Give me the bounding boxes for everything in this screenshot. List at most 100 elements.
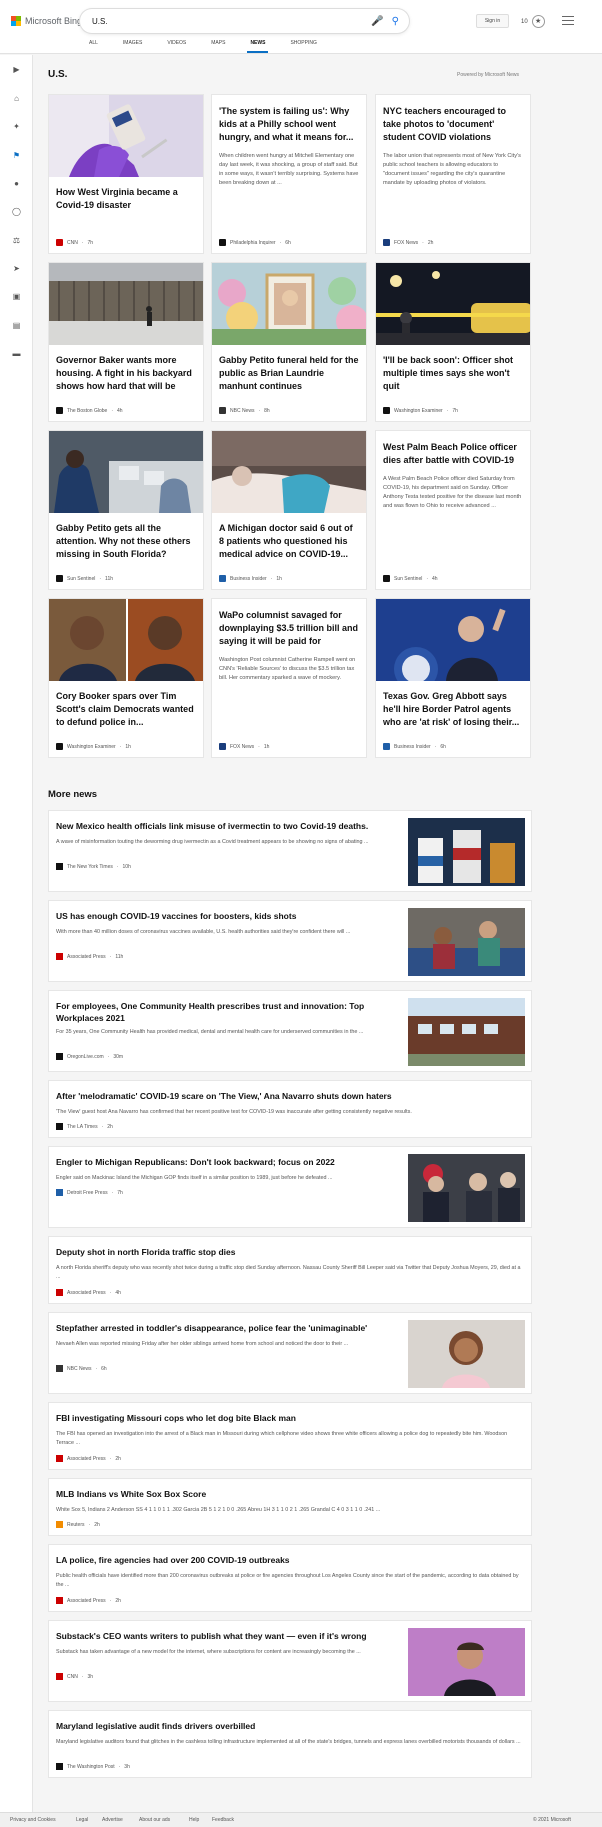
news-card[interactable]: 'The system is failing us': Why kids at … xyxy=(211,94,367,254)
item-description: Nevaeh Allen was reported missing Friday… xyxy=(56,1341,349,1347)
footer-link-help[interactable]: Help xyxy=(189,1817,199,1823)
item-title[interactable]: Maryland legislative audit finds drivers… xyxy=(56,1720,255,1732)
rewards-button[interactable]: 10 ★ xyxy=(521,15,545,28)
source-logo-icon xyxy=(56,407,63,414)
tab-maps[interactable]: MAPS xyxy=(211,40,225,52)
footer-link-advertise[interactable]: Advertise xyxy=(102,1817,123,1823)
source-time: 7h xyxy=(87,239,94,246)
list-item[interactable]: Deputy shot in north Florida traffic sto… xyxy=(48,1236,532,1304)
card-title[interactable]: How West Virginia became a Covid-19 disa… xyxy=(56,186,196,212)
list-item[interactable]: New Mexico health officials link misuse … xyxy=(48,810,532,892)
location-icon[interactable]: ● xyxy=(0,175,33,193)
card-title[interactable]: WaPo columnist savaged for downplaying $… xyxy=(219,609,359,648)
news-card[interactable]: Cory Booker spars over Tim Scott's claim… xyxy=(48,598,204,758)
item-title[interactable]: US has enough COVID-19 vaccines for boos… xyxy=(56,910,296,922)
card-title[interactable]: Gabby Petito funeral held for the public… xyxy=(219,354,359,393)
news-card[interactable]: West Palm Beach Police officer dies afte… xyxy=(375,430,531,590)
card-source: FOX News · 1h xyxy=(219,743,269,750)
hamburger-menu-icon[interactable] xyxy=(562,16,574,28)
item-title[interactable]: LA police, fire agencies had over 200 CO… xyxy=(56,1554,290,1566)
search-icon[interactable]: ⚲ xyxy=(392,16,399,27)
source-time: 7h xyxy=(117,1189,123,1196)
source-logo-icon xyxy=(56,1123,63,1130)
item-title[interactable]: New Mexico health officials link misuse … xyxy=(56,820,368,832)
microphone-icon[interactable]: 🎤 xyxy=(371,16,383,27)
business-icon[interactable]: ▬ xyxy=(0,345,33,363)
footer-link-about-ads[interactable]: About our ads xyxy=(139,1817,170,1823)
card-image xyxy=(49,431,203,513)
source-logo-icon xyxy=(56,1455,63,1462)
source-name: CNN xyxy=(67,239,78,246)
expand-rail-icon[interactable]: ▶ xyxy=(0,61,33,79)
list-item[interactable]: FBI investigating Missouri cops who let … xyxy=(48,1402,532,1470)
microscope-icon[interactable]: ⚖ xyxy=(0,232,33,250)
search-input[interactable]: U.S. xyxy=(92,17,371,26)
list-item[interactable]: After 'melodramatic' COVID-19 scare on '… xyxy=(48,1080,532,1138)
entertainment-icon[interactable]: ▣ xyxy=(0,288,33,306)
tab-news[interactable]: NEWS xyxy=(247,40,269,53)
card-title[interactable]: Cory Booker spars over Tim Scott's claim… xyxy=(56,690,196,729)
left-rail: ▶ ⌂ ✦ ⚑ ● ◯ ⚖ ➤ ▣ ▤ ▬ xyxy=(0,55,33,1827)
search-box[interactable]: U.S. 🎤 ⚲ xyxy=(80,9,409,33)
footer-link-privacy[interactable]: Privacy and Cookies xyxy=(10,1817,56,1823)
source-logo-icon xyxy=(383,407,390,414)
list-item[interactable]: Stepfather arrested in toddler's disappe… xyxy=(48,1312,532,1394)
item-source: Associated Press · 2h xyxy=(56,1597,121,1604)
us-flag-icon[interactable]: ⚑ xyxy=(0,147,33,165)
news-card[interactable]: Texas Gov. Greg Abbott says he'll hire B… xyxy=(375,598,531,758)
item-title[interactable]: FBI investigating Missouri cops who let … xyxy=(56,1412,296,1424)
rocket-icon[interactable]: ➤ xyxy=(0,260,33,278)
item-title[interactable]: Engler to Michigan Republicans: Don't lo… xyxy=(56,1156,335,1168)
list-item[interactable]: LA police, fire agencies had over 200 CO… xyxy=(48,1544,532,1612)
list-item[interactable]: Maryland legislative audit finds drivers… xyxy=(48,1710,532,1778)
item-source: Reuters · 2h xyxy=(56,1521,100,1528)
source-logo-icon xyxy=(56,863,63,870)
item-title[interactable]: For employees, One Community Health pres… xyxy=(56,1000,396,1024)
footer-link-feedback[interactable]: Feedback xyxy=(212,1817,234,1823)
tab-images[interactable]: IMAGES xyxy=(123,40,142,52)
list-item[interactable]: Engler to Michigan Republicans: Don't lo… xyxy=(48,1146,532,1228)
source-logo-icon xyxy=(56,1763,63,1770)
card-title[interactable]: Gabby Petito gets all the attention. Why… xyxy=(56,522,196,561)
home-icon[interactable]: ⌂ xyxy=(0,90,33,108)
news-card[interactable]: A Michigan doctor said 6 out of 8 patien… xyxy=(211,430,367,590)
item-title[interactable]: Substack's CEO wants writers to publish … xyxy=(56,1630,367,1642)
card-title[interactable]: 'The system is failing us': Why kids at … xyxy=(219,105,359,144)
world-icon[interactable]: ◯ xyxy=(0,203,33,221)
politics-icon[interactable]: ▤ xyxy=(0,317,33,335)
science-icon[interactable]: ✦ xyxy=(0,118,33,136)
card-title[interactable]: 'I'll be back soon': Officer shot multip… xyxy=(383,354,523,393)
item-title[interactable]: Deputy shot in north Florida traffic sto… xyxy=(56,1246,235,1258)
list-item[interactable]: For employees, One Community Health pres… xyxy=(48,990,532,1072)
news-card[interactable]: Gabby Petito funeral held for the public… xyxy=(211,262,367,422)
news-card[interactable]: NYC teachers encouraged to take photos t… xyxy=(375,94,531,254)
tab-shopping[interactable]: SHOPPING xyxy=(290,40,316,52)
list-item[interactable]: Substack's CEO wants writers to publish … xyxy=(48,1620,532,1702)
sign-in-button[interactable]: Sign in xyxy=(476,14,509,28)
list-item[interactable]: US has enough COVID-19 vaccines for boos… xyxy=(48,900,532,982)
news-card[interactable]: Governor Baker wants more housing. A fig… xyxy=(48,262,204,422)
news-card[interactable]: 'I'll be back soon': Officer shot multip… xyxy=(375,262,531,422)
tab-all[interactable]: ALL xyxy=(89,40,98,52)
card-title[interactable]: West Palm Beach Police officer dies afte… xyxy=(383,441,523,467)
card-title[interactable]: Governor Baker wants more housing. A fig… xyxy=(56,354,196,393)
bing-logo[interactable]: Microsoft Bing xyxy=(11,16,82,26)
source-logo-icon xyxy=(56,1365,63,1372)
item-source: NBC News · 6h xyxy=(56,1365,107,1372)
item-title[interactable]: After 'melodramatic' COVID-19 scare on '… xyxy=(56,1090,392,1102)
news-card[interactable]: WaPo columnist savaged for downplaying $… xyxy=(211,598,367,758)
page-title: U.S. xyxy=(48,69,68,80)
tab-videos[interactable]: VIDEOS xyxy=(167,40,186,52)
list-item[interactable]: MLB Indians vs White Sox Box Score White… xyxy=(48,1478,532,1536)
footer-link-legal[interactable]: Legal xyxy=(76,1817,88,1823)
card-title[interactable]: Texas Gov. Greg Abbott says he'll hire B… xyxy=(383,690,523,729)
item-title[interactable]: MLB Indians vs White Sox Box Score xyxy=(56,1488,206,1500)
news-card[interactable]: Gabby Petito gets all the attention. Why… xyxy=(48,430,204,590)
card-title[interactable]: NYC teachers encouraged to take photos t… xyxy=(383,105,523,144)
card-title[interactable]: A Michigan doctor said 6 out of 8 patien… xyxy=(219,522,359,561)
news-card[interactable]: How West Virginia became a Covid-19 disa… xyxy=(48,94,204,254)
source-name: Associated Press xyxy=(67,953,106,960)
item-title[interactable]: Stepfather arrested in toddler's disappe… xyxy=(56,1322,367,1334)
item-description: The FBI has opened an investigation into… xyxy=(56,1431,508,1446)
source-logo-icon xyxy=(56,575,63,582)
